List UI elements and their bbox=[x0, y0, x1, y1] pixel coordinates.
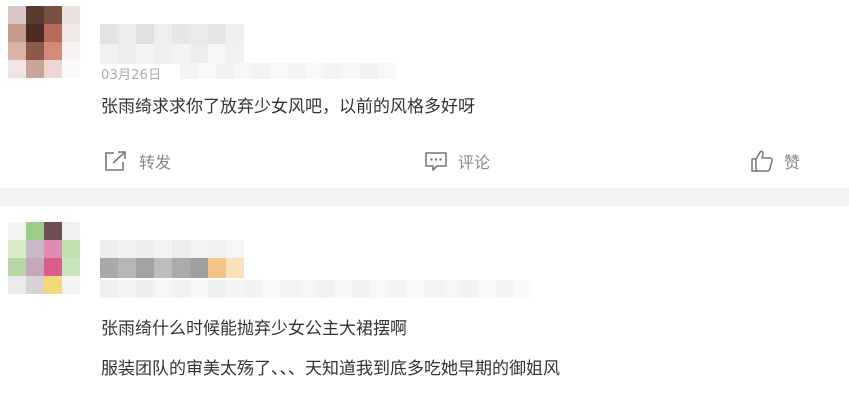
comment-text: 张雨绮求求你了放弃少女风吧，以前的风格多好呀 bbox=[101, 97, 475, 117]
meta-blurred bbox=[180, 63, 396, 79]
comment-divider bbox=[0, 188, 849, 206]
like-label: 赞 bbox=[784, 153, 801, 172]
username-blurred-top bbox=[100, 240, 244, 258]
thumbs-up-icon bbox=[750, 149, 774, 173]
username-blurred[interactable] bbox=[100, 258, 244, 278]
avatar[interactable] bbox=[8, 222, 80, 312]
comment-text-line-1: 张雨绮什么时候能抛弃少女公主大裙摆啊 bbox=[101, 319, 407, 339]
comment-text-line-2: 服装团队的审美太殇了、、、天知道我到底多吃她早期的御姐风 bbox=[101, 359, 560, 379]
username-blurred[interactable] bbox=[100, 24, 244, 44]
repost-button[interactable]: 转发 bbox=[103, 146, 171, 176]
comment-item: 张雨绮什么时候能抛弃少女公主大裙摆啊 服装团队的审美太殇了、、、天知道我到底多吃… bbox=[0, 206, 849, 401]
user-info-blurred bbox=[100, 280, 532, 298]
avatar[interactable] bbox=[8, 6, 80, 96]
share-icon bbox=[103, 149, 129, 173]
comment-date: 03月26日 bbox=[101, 68, 162, 83]
comment-button[interactable]: 评论 bbox=[424, 146, 490, 176]
comment-label: 评论 bbox=[458, 153, 491, 172]
user-info-blurred bbox=[100, 44, 244, 64]
comment-item: 03月26日 张雨绮求求你了放弃少女风吧，以前的风格多好呀 转发 评论 赞 bbox=[0, 0, 849, 188]
like-button[interactable]: 赞 bbox=[750, 146, 800, 176]
repost-label: 转发 bbox=[139, 153, 172, 172]
comment-actions: 转发 评论 赞 bbox=[0, 146, 849, 176]
comment-icon bbox=[424, 149, 448, 173]
